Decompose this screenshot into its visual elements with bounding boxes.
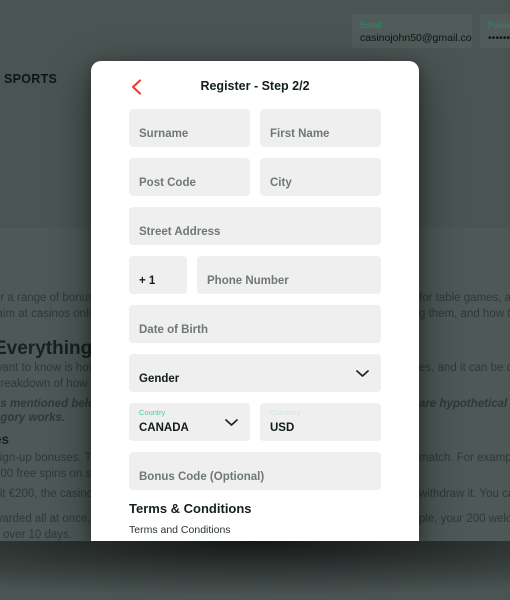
country-currency-row: Country CANADA Currency USD xyxy=(129,403,381,441)
background-text-line: es, and it can be quit xyxy=(419,362,510,374)
first-name-field[interactable]: First Name xyxy=(260,109,381,147)
background-text-line: breakdown of how ea xyxy=(0,378,104,390)
first-name-placeholder: First Name xyxy=(270,128,330,140)
phone-number-field[interactable]: Phone Number xyxy=(197,256,381,294)
city-field[interactable]: City xyxy=(260,158,381,196)
register-modal: Register - Step 2/2 Surname First Name P… xyxy=(91,61,419,541)
background-text-line: want to know is how xyxy=(0,362,97,374)
background-text-line: ple, your 200 welcom xyxy=(419,513,510,525)
name-row: Surname First Name xyxy=(129,109,381,147)
modal-title: Register - Step 2/2 xyxy=(200,79,310,93)
background-text-line: sign-up bonuses. Th xyxy=(0,452,98,464)
currency-label: Currency xyxy=(270,408,301,417)
background-text-line: match. For example, y xyxy=(419,452,510,464)
date-of-birth-placeholder: Date of Birth xyxy=(139,324,208,336)
bonus-code-field[interactable]: Bonus Code (Optional) xyxy=(129,452,381,490)
terms-heading: Terms & Conditions xyxy=(129,501,252,516)
background-password-value: •••••••• xyxy=(488,32,510,44)
street-address-placeholder: Street Address xyxy=(139,226,221,238)
date-of-birth-field[interactable]: Date of Birth xyxy=(129,305,381,343)
country-code-value: + 1 xyxy=(139,275,156,287)
bonus-code-placeholder: Bonus Code (Optional) xyxy=(139,471,265,483)
postcode-city-row: Post Code City xyxy=(129,158,381,196)
modal-header: Register - Step 2/2 xyxy=(91,61,419,109)
street-address-field[interactable]: Street Address xyxy=(129,207,381,245)
background-text-line: g them, and how to g xyxy=(419,308,510,320)
registration-form: Surname First Name Post Code City Street… xyxy=(91,109,419,541)
country-code-field[interactable]: + 1 xyxy=(129,256,187,294)
chevron-down-icon xyxy=(225,416,238,429)
screen: Email casinojohn50@gmail.com Password ••… xyxy=(0,0,510,600)
background-text-line: y over 10 days. xyxy=(0,529,72,541)
background-email-label: Email xyxy=(360,20,382,30)
background-text-line: er a range of bonuses xyxy=(0,292,106,304)
background-text-line: withdraw it. You can xyxy=(419,488,510,500)
currency-value: USD xyxy=(270,422,295,434)
country-label: Country xyxy=(139,408,166,417)
background-text-line: sit €200, the casino w xyxy=(0,488,105,500)
country-select[interactable]: Country CANADA xyxy=(129,403,250,441)
currency-field: Currency USD xyxy=(260,403,381,441)
gender-row: Gender xyxy=(129,354,381,392)
background-email-value: casinojohn50@gmail.com xyxy=(360,32,472,44)
background-text-line: warded all at once. H xyxy=(0,513,103,525)
background-password-field[interactable]: Password •••••••• xyxy=(480,14,510,48)
city-placeholder: City xyxy=(270,177,292,189)
background-text-line: for table games, and xyxy=(419,292,510,304)
background-text-line: laim at casinos online xyxy=(0,308,104,320)
post-code-field[interactable]: Post Code xyxy=(129,158,250,196)
gender-select[interactable]: Gender xyxy=(129,354,381,392)
background-email-field[interactable]: Email casinojohn50@gmail.com xyxy=(352,14,472,48)
surname-field[interactable]: Surname xyxy=(129,109,250,147)
phone-number-placeholder: Phone Number xyxy=(207,275,289,287)
country-value: CANADA xyxy=(139,422,189,434)
street-row: Street Address xyxy=(129,207,381,245)
terms-subtext: Terms and Conditions xyxy=(129,524,231,536)
background-text-line: es mentioned below xyxy=(0,398,104,410)
background-text-line: es xyxy=(0,432,10,447)
chevron-down-icon xyxy=(356,367,369,380)
gender-value: Gender xyxy=(139,373,180,385)
bonus-code-row: Bonus Code (Optional) xyxy=(129,452,381,490)
background-text-line: egory works. xyxy=(0,412,65,424)
post-code-placeholder: Post Code xyxy=(139,177,196,189)
background-text-line: are hypothetical exa xyxy=(419,398,510,410)
sports-nav-label[interactable]: SPORTS xyxy=(4,72,57,86)
surname-placeholder: Surname xyxy=(139,128,189,140)
background-password-label: Password xyxy=(488,20,510,30)
phone-row: + 1 Phone Number xyxy=(129,256,381,294)
terms-section: Terms & Conditions Terms and Conditions xyxy=(129,501,381,541)
dob-row: Date of Birth xyxy=(129,305,381,343)
